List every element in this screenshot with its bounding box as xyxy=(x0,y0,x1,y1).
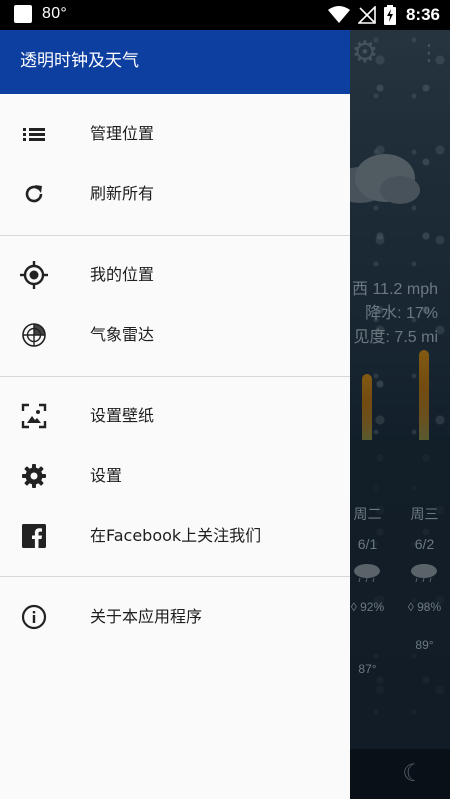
menu-item-follow-facebook[interactable]: 在Facebook上关注我们 xyxy=(0,506,350,566)
wifi-icon xyxy=(327,6,350,23)
status-bar-left: 80° xyxy=(14,5,67,23)
wallpaper-icon xyxy=(20,403,48,429)
battery-charging-icon xyxy=(383,5,396,25)
no-signal-icon xyxy=(357,6,376,24)
menu-item-manage-locations[interactable]: 管理位置 xyxy=(0,104,350,164)
menu-item-label: 刷新所有 xyxy=(90,184,155,203)
radar-icon xyxy=(20,322,48,348)
status-temperature: 80° xyxy=(42,5,68,22)
status-time: 8:36 xyxy=(405,5,440,24)
menu-item-label: 关于本应用程序 xyxy=(90,607,203,626)
menu-item-label: 设置壁纸 xyxy=(90,406,155,425)
menu-item-label: 设置 xyxy=(90,466,123,485)
menu-item-label: 我的位置 xyxy=(90,265,155,284)
refresh-icon xyxy=(20,181,48,207)
gear-icon xyxy=(20,463,48,489)
navigation-drawer: 透明时钟及天气 管理位置 刷新所有 我的位置 气象雷达 设置壁纸 设置 在Fac… xyxy=(0,30,350,799)
status-bar: 80° 8:36 xyxy=(0,0,450,30)
gps-target-icon xyxy=(20,261,48,289)
list-icon xyxy=(20,121,48,147)
drawer-scrim[interactable] xyxy=(350,30,450,799)
menu-item-label: 气象雷达 xyxy=(90,325,155,344)
menu-item-weather-radar[interactable]: 气象雷达 xyxy=(0,305,350,365)
notification-app-icon xyxy=(14,5,32,23)
section-divider xyxy=(0,576,350,577)
info-icon xyxy=(20,604,48,630)
menu-item-label: 在Facebook上关注我们 xyxy=(90,526,262,545)
menu-item-my-location[interactable]: 我的位置 xyxy=(0,245,350,305)
drawer-header: 透明时钟及天气 xyxy=(0,30,350,94)
menu-item-about[interactable]: 关于本应用程序 xyxy=(0,587,350,647)
status-bar-right: 8:36 xyxy=(327,4,440,26)
menu-item-label: 管理位置 xyxy=(90,124,155,143)
section-divider xyxy=(0,376,350,377)
app-title: 透明时钟及天气 xyxy=(20,51,139,71)
menu-item-refresh-all[interactable]: 刷新所有 xyxy=(0,164,350,224)
menu-item-set-wallpaper[interactable]: 设置壁纸 xyxy=(0,386,350,446)
menu-item-settings[interactable]: 设置 xyxy=(0,446,350,506)
facebook-icon xyxy=(20,523,48,549)
section-divider xyxy=(0,235,350,236)
